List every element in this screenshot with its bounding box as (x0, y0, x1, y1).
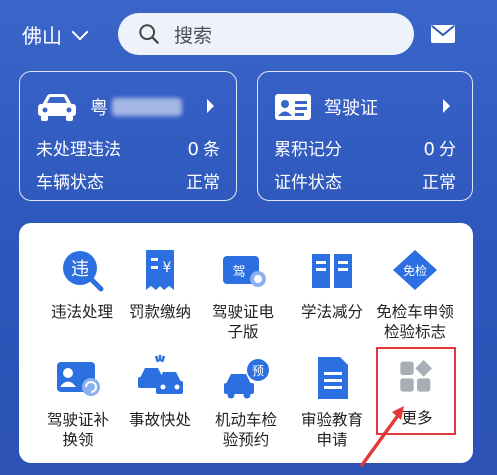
points-unit: 分 (439, 140, 456, 160)
service-license-renew[interactable]: 驾驶证补 换领 (35, 354, 121, 450)
service-label: 免检车申领 (376, 303, 454, 321)
accident-icon (138, 355, 183, 394)
service-label-line2: 验预约 (222, 431, 270, 449)
car-icon (38, 94, 76, 121)
service-label: 机动车检 (214, 411, 277, 429)
vehicle-status-row: 车辆状态 正常 (36, 168, 220, 193)
svg-text:违: 违 (71, 259, 89, 280)
vehicle-status-value: 正常 (186, 173, 220, 193)
license-renew-icon (57, 362, 100, 396)
service-label: 学法减分 (300, 303, 363, 321)
service-label: 违法处理 (50, 303, 113, 321)
review-education-icon (318, 357, 348, 399)
service-inspection-exempt[interactable]: 免检 免检车申领 检验标志 (372, 246, 458, 342)
service-study[interactable]: 学法减分 (289, 246, 375, 322)
violation-icon: 违 (63, 251, 104, 292)
plate-prefix: 粤 (90, 98, 108, 119)
svg-text:驾: 驾 (232, 265, 245, 280)
violations-label: 未处理违法 (36, 140, 121, 160)
service-label-line2: 换领 (62, 431, 94, 449)
inspection-exempt-icon: 免检 (393, 250, 437, 290)
service-label: 驾驶证电 (211, 303, 274, 321)
service-label: 罚款缴纳 (128, 303, 191, 321)
caret-right-icon (443, 99, 450, 113)
service-label: 事故快处 (128, 411, 191, 429)
e-license-icon: 驾 (223, 256, 266, 287)
fine-payment-icon: ¥ (146, 250, 174, 290)
violations-count: 0 (187, 139, 199, 160)
service-inspection-booking[interactable]: 预 机动车检 验预约 (203, 354, 289, 450)
service-label: 审验教育 (300, 411, 363, 429)
service-label: 驾驶证补 (46, 411, 109, 429)
city-selector[interactable]: 佛山 (22, 20, 89, 49)
service-label-line2: 检验标志 (383, 323, 446, 341)
vehicle-card-header: 粤 (36, 89, 222, 125)
license-status-row: 证件状态 正常 (274, 168, 456, 193)
violations-unit: 条 (203, 140, 220, 160)
svg-text:免检: 免检 (403, 263, 427, 278)
search-bar[interactable]: 搜索 (118, 13, 414, 55)
service-review-education[interactable]: 审验教育 申请 (289, 354, 375, 450)
svg-text:预: 预 (252, 364, 264, 378)
points-value: 0分 (424, 135, 456, 160)
id-card-icon (275, 94, 311, 120)
license-card[interactable]: 驾驶证 累积记分 0分 证件状态 正常 (257, 71, 473, 201)
violations-value: 0条 (188, 135, 220, 160)
vehicle-card[interactable]: 粤 未处理违法 0条 车辆状态 正常 (19, 71, 237, 201)
plate-number-redacted (112, 98, 182, 116)
points-row: 累积记分 0分 (274, 135, 456, 160)
chevron-down-icon (71, 23, 89, 40)
service-label-line2: 申请 (316, 431, 348, 449)
service-fine-payment[interactable]: ¥ 罚款缴纳 (117, 246, 203, 322)
mail-icon[interactable] (431, 25, 455, 43)
search-placeholder: 搜索 (174, 24, 213, 47)
search-icon (139, 24, 159, 44)
service-e-license[interactable]: 驾 驾驶证电 子版 (200, 246, 286, 342)
service-violation[interactable]: 违 违法处理 (39, 246, 125, 322)
license-card-header: 驾驶证 (274, 89, 458, 125)
inspection-booking-icon: 预 (224, 359, 269, 399)
vehicle-status-label: 车辆状态 (36, 173, 104, 193)
study-book-icon (312, 254, 352, 288)
points-label: 累积记分 (274, 140, 342, 160)
service-accident[interactable]: 事故快处 (117, 354, 203, 430)
caret-right-icon (207, 99, 214, 113)
points-count: 0 (423, 139, 435, 160)
svg-text:¥: ¥ (163, 260, 172, 276)
highlight-box (376, 347, 456, 435)
city-label: 佛山 (22, 24, 62, 48)
license-status-label: 证件状态 (274, 173, 342, 193)
license-status-value: 正常 (422, 173, 456, 193)
top-bar: 佛山 搜索 (0, 0, 497, 70)
license-card-title: 驾驶证 (324, 98, 378, 119)
service-label-line2: 子版 (227, 323, 259, 341)
violations-row: 未处理违法 0条 (36, 135, 220, 160)
